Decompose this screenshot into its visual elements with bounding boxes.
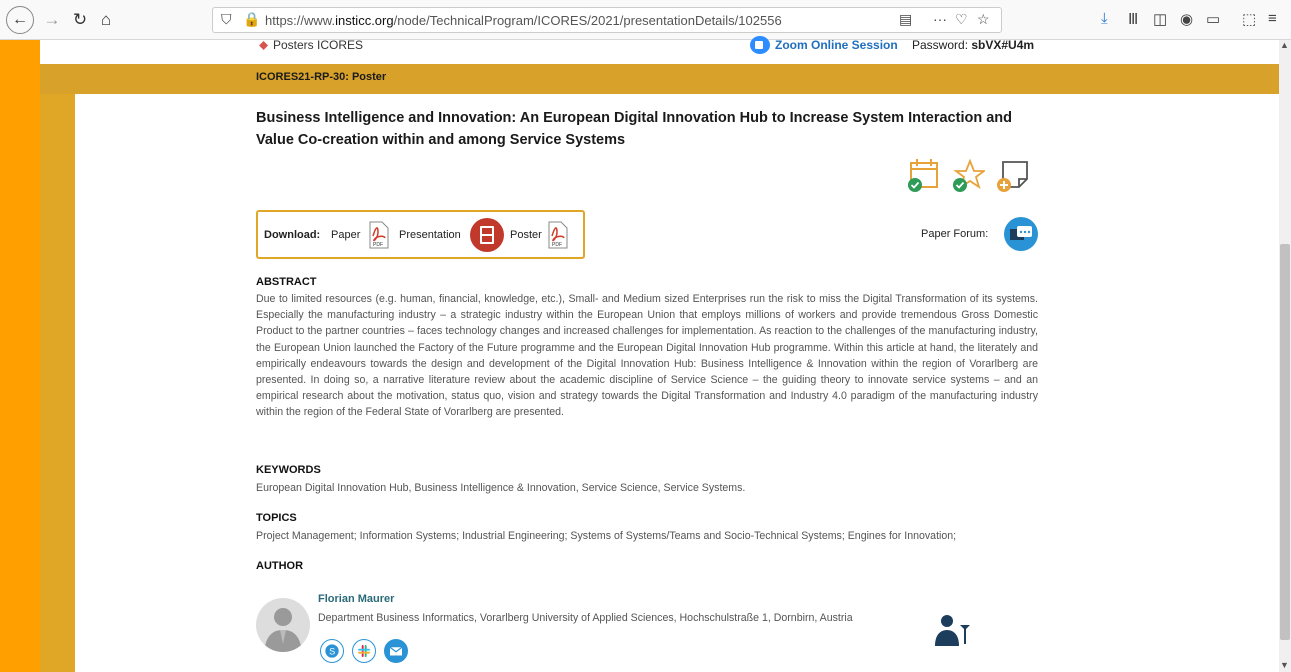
session-info-row bbox=[40, 40, 1279, 64]
session-code-bar bbox=[40, 64, 1279, 94]
forum-chat-icon[interactable] bbox=[1004, 217, 1038, 251]
download-poster-label[interactable]: Poster bbox=[510, 229, 542, 241]
forward-arrow-icon[interactable]: → bbox=[40, 8, 64, 32]
scroll-up-arrow-icon[interactable]: ▲ bbox=[1280, 40, 1289, 50]
left-accent-stripe bbox=[0, 40, 40, 672]
reload-icon[interactable]: ↻ bbox=[68, 8, 92, 32]
download-paper-label[interactable]: Paper bbox=[331, 229, 360, 241]
paper-title: Business Intelligence and Innovation: An… bbox=[256, 110, 1012, 148]
download-box: Download: Paper PDF Presentation Poster … bbox=[256, 210, 585, 259]
keywords-heading: KEYWORDS bbox=[256, 464, 321, 476]
session-location[interactable]: Posters ICORES bbox=[273, 38, 363, 52]
library-icon[interactable]: Ⅲ bbox=[1128, 10, 1138, 28]
lock-icon[interactable]: 🔒 bbox=[243, 11, 260, 28]
add-note-icon[interactable] bbox=[995, 157, 1029, 193]
download-presentation-label[interactable]: Presentation bbox=[399, 229, 461, 241]
gold-side-bar bbox=[40, 40, 75, 672]
extension-icon[interactable]: ⬚ bbox=[1242, 10, 1256, 28]
add-to-schedule-calendar-icon[interactable] bbox=[906, 157, 940, 193]
zoom-session-link[interactable]: Zoom Online Session bbox=[775, 38, 898, 52]
page-actions-icon[interactable]: ··· bbox=[933, 11, 947, 27]
download-icon[interactable]: ⤓ bbox=[1101, 10, 1108, 27]
paper-forum-label: Paper Forum: bbox=[921, 228, 989, 240]
author-affiliation: Department Business Informatics, Vorarlb… bbox=[318, 612, 853, 624]
download-label: Download: bbox=[264, 229, 321, 241]
favorite-star-icon[interactable] bbox=[951, 157, 985, 193]
url-text[interactable]: https://www.insticc.org/node/TechnicalPr… bbox=[265, 13, 782, 28]
bookmark-star-icon[interactable]: ☆ bbox=[977, 11, 990, 28]
home-icon[interactable]: ⌂ bbox=[94, 8, 118, 32]
page-icon[interactable]: ▭ bbox=[1206, 10, 1220, 28]
svg-text:PDF: PDF bbox=[552, 242, 562, 248]
paper-pdf-icon[interactable]: PDF bbox=[368, 220, 390, 250]
menu-icon[interactable]: ≡ bbox=[1268, 10, 1277, 27]
pocket-icon[interactable]: ♡ bbox=[955, 11, 968, 28]
presentation-code: ICORES21-RP-30: Poster bbox=[256, 71, 387, 83]
author-avatar bbox=[256, 598, 310, 652]
author-heading: AUTHOR bbox=[256, 560, 304, 572]
slack-icon[interactable] bbox=[352, 639, 376, 663]
zoom-camera-icon[interactable] bbox=[750, 36, 770, 54]
browser-toolbar: ← → ↻ ⌂ ⛉ 🔒 https://www.insticc.org/node… bbox=[0, 0, 1291, 40]
scroll-down-arrow-icon[interactable]: ▼ bbox=[1280, 660, 1289, 670]
map-pin-icon: ⬥ bbox=[259, 37, 269, 52]
url-bar[interactable]: ⛉ 🔒 https://www.insticc.org/node/Technic… bbox=[212, 7, 1002, 33]
abstract-text: Due to limited resources (e.g. human, fi… bbox=[256, 293, 1038, 419]
svg-text:PDF: PDF bbox=[373, 242, 383, 248]
shield-icon[interactable]: ⛉ bbox=[221, 11, 232, 28]
reader-view-icon[interactable]: ▤ bbox=[899, 11, 912, 28]
topics-text: Project Management; Information Systems;… bbox=[256, 530, 957, 542]
email-icon[interactable] bbox=[384, 639, 408, 663]
sidebar-icon[interactable]: ◫ bbox=[1153, 10, 1167, 28]
skype-icon[interactable]: S bbox=[320, 639, 344, 663]
scrollbar-thumb[interactable] bbox=[1280, 244, 1290, 640]
author-name[interactable]: Florian Maurer bbox=[318, 593, 394, 605]
keywords-text: European Digital Innovation Hub, Busines… bbox=[256, 482, 746, 494]
presentation-video-icon[interactable] bbox=[470, 218, 504, 252]
svg-text:S: S bbox=[329, 646, 335, 656]
back-arrow-icon[interactable]: ← bbox=[6, 6, 34, 34]
account-icon[interactable]: ◉ bbox=[1180, 10, 1193, 28]
presenting-author-speaker-icon bbox=[935, 615, 970, 646]
topics-heading: TOPICS bbox=[256, 512, 297, 524]
poster-pdf-icon[interactable]: PDF bbox=[547, 220, 569, 250]
abstract-heading: ABSTRACT bbox=[256, 276, 317, 288]
session-password: Password: sbVX#U4m bbox=[912, 38, 1035, 52]
